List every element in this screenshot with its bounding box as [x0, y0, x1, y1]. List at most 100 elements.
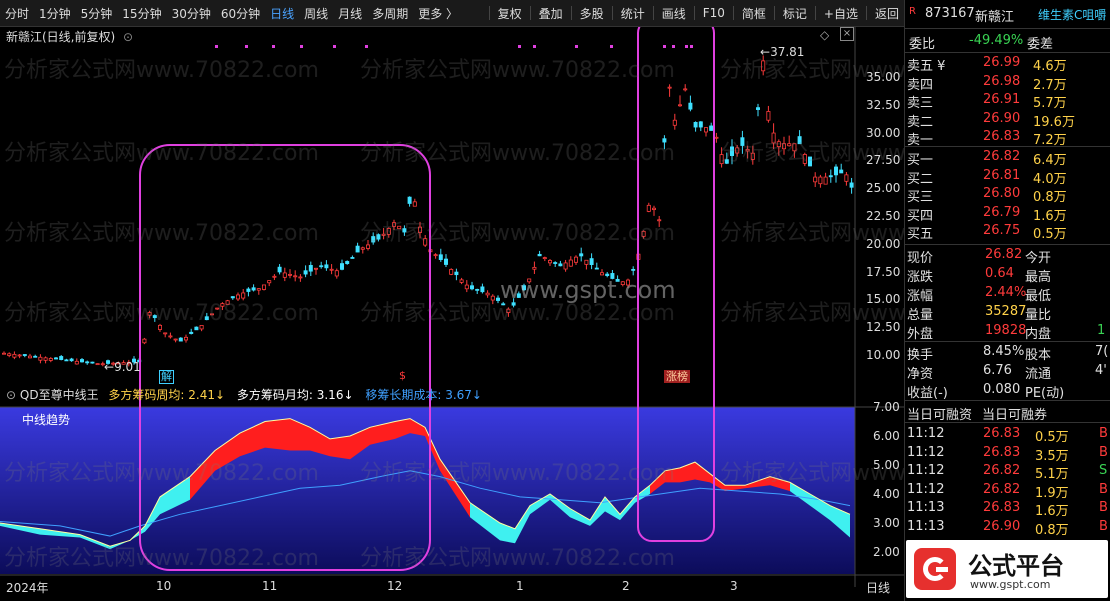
candle-body: [194, 326, 199, 331]
sell-row[interactable]: 卖二 26.90 19.6万: [905, 111, 1110, 130]
logo-title: 公式平台: [968, 552, 1064, 580]
close-icon[interactable]: ×: [840, 27, 854, 41]
period-tab-1[interactable]: 1分钟: [34, 5, 76, 22]
stat-value: 4': [1095, 363, 1107, 378]
order-price: 26.82: [983, 149, 1021, 164]
period-tab-8[interactable]: 月线: [333, 5, 367, 22]
quote-row[interactable]: 现价 26.82 今开: [905, 247, 1110, 266]
margin-finance-label[interactable]: 当日可融资: [907, 404, 972, 423]
period-tab-2[interactable]: 5分钟: [76, 5, 118, 22]
sell-row[interactable]: 卖五 ¥ 26.99 4.6万: [905, 55, 1110, 74]
toolbar-button-2[interactable]: 多股: [575, 5, 609, 22]
quote-value: 1: [1097, 323, 1106, 338]
stat-label: 净资: [907, 367, 934, 382]
tick-row[interactable]: 11:12 26.83 3.5万 B: [905, 445, 1110, 464]
stat-row[interactable]: 换手 8.45% 股本 7(: [905, 344, 1110, 363]
stat-row[interactable]: 收益(-) 0.080 PE(动): [905, 382, 1110, 401]
quote-label: 总量: [907, 308, 934, 323]
candle-body: [631, 268, 636, 271]
order-volume: 0.5万: [1033, 227, 1067, 242]
candle-body: [532, 266, 537, 270]
tick-row[interactable]: 11:12 26.82 5.1万 S: [905, 463, 1110, 482]
quote-label: 最低: [1025, 289, 1052, 304]
down-arrow-icon: ↓: [343, 388, 354, 402]
candle-body: [204, 316, 209, 321]
buy-row[interactable]: 买四 26.79 1.6万: [905, 205, 1110, 224]
candle-body: [480, 286, 485, 293]
x-tick-label: 1: [516, 579, 524, 593]
period-tab-3[interactable]: 15分钟: [117, 5, 166, 22]
x-tick-label: 12: [387, 579, 403, 593]
quote-label: 量比: [1025, 308, 1052, 323]
quote-row[interactable]: 总量 35287 量比: [905, 304, 1110, 323]
quote-label: 现价: [907, 251, 934, 266]
candle-body: [808, 156, 813, 167]
period-tab-9[interactable]: 多周期: [367, 5, 413, 22]
tick-row[interactable]: 11:13 26.90 0.8万 B: [905, 518, 1110, 538]
candle-body: [189, 331, 194, 334]
toolbar-button-3[interactable]: 统计: [616, 5, 650, 22]
period-tab-10[interactable]: 更多 〉: [413, 5, 463, 22]
sell-row[interactable]: 卖四 26.98 2.7万: [905, 74, 1110, 93]
x-tick-label: 2: [622, 579, 630, 593]
buy-row[interactable]: 买二 26.81 4.0万: [905, 168, 1110, 187]
period-tab-0[interactable]: 分时: [0, 5, 34, 22]
candle-body: [454, 271, 459, 276]
period-tab-7[interactable]: 周线: [299, 5, 333, 22]
quote-row[interactable]: 涨跌 0.64 最高: [905, 266, 1110, 285]
stat-label: PE(动): [1025, 386, 1065, 401]
candle-body: [568, 259, 573, 267]
toolbar-button-8[interactable]: +自选: [819, 5, 863, 22]
r-badge-icon: R: [909, 6, 916, 17]
candle-body: [256, 288, 261, 291]
chevron-down-icon[interactable]: ⊙: [123, 30, 133, 44]
period-label[interactable]: 日线: [866, 579, 890, 596]
buy-row[interactable]: 买一 26.82 6.4万: [905, 149, 1110, 168]
signal-dot: [300, 45, 303, 48]
toolbar-button-9[interactable]: 返回: [870, 5, 904, 22]
period-tab-4[interactable]: 30分钟: [167, 5, 216, 22]
price-tick-label: 10.00: [866, 348, 901, 362]
stock-concept[interactable]: 维生素C咀嚼: [1038, 6, 1106, 23]
period-tab-5[interactable]: 60分钟: [216, 5, 265, 22]
divider: [905, 28, 1110, 29]
candle-body: [261, 284, 266, 290]
candle-body: [27, 355, 32, 359]
gspt-logo: 公式平台 www.gspt.com: [906, 540, 1108, 598]
candle-body: [168, 335, 173, 338]
gspt-watermark: www.gspt.com: [500, 276, 676, 304]
candle-body: [209, 313, 214, 316]
diamond-icon[interactable]: ◇: [820, 28, 829, 42]
toolbar-button-0[interactable]: 复权: [493, 5, 527, 22]
tick-row[interactable]: 11:12 26.83 0.5万 B: [905, 426, 1110, 445]
period-tab-6[interactable]: 日线: [265, 5, 299, 22]
candle-body: [730, 146, 735, 156]
stat-label: 流通: [1025, 367, 1052, 382]
toolbar-button-1[interactable]: 叠加: [534, 5, 568, 22]
toolbar-button-4[interactable]: 画线: [657, 5, 691, 22]
toolbar-button-6[interactable]: 简框: [737, 5, 771, 22]
tick-row[interactable]: 11:12 26.82 1.9万 B: [905, 482, 1110, 501]
candle-body: [215, 307, 220, 310]
tick-time: 11:13: [907, 518, 945, 534]
candle-body: [464, 284, 469, 290]
sell-row[interactable]: 卖三 26.91 5.7万: [905, 92, 1110, 111]
margin-short-label[interactable]: 当日可融券: [982, 404, 1047, 423]
sell-row[interactable]: 卖一 26.83 7.2万: [905, 129, 1110, 148]
candle-body: [423, 238, 428, 246]
stat-row[interactable]: 净资 6.76 流通 4': [905, 363, 1110, 382]
candle-body: [22, 354, 27, 356]
period-toolbar: 分时 1分钟 5分钟 15分钟 30分钟 60分钟 日线 周线 月线 多周期 更多 〉 复权 叠加 多股统…: [0, 0, 904, 27]
buy-row[interactable]: 买三 26.80 0.8万: [905, 186, 1110, 205]
quote-label: 最高: [1025, 270, 1052, 285]
buy-row[interactable]: 买五 26.75 0.5万: [905, 223, 1110, 242]
candle-body: [709, 125, 714, 131]
toolbar-button-5[interactable]: F10: [698, 6, 730, 20]
quote-row[interactable]: 涨幅 2.44% 最低: [905, 285, 1110, 304]
indicator-name[interactable]: QD至尊中线王: [20, 388, 99, 402]
toolbar-button-7[interactable]: 标记: [778, 5, 812, 22]
candle-body: [360, 247, 365, 250]
indicator-toggle-icon[interactable]: ⊙: [6, 388, 16, 402]
tick-row[interactable]: 11:13 26.83 1.6万 B: [905, 500, 1110, 519]
quote-row[interactable]: 外盘 19828 内盘 1: [905, 323, 1110, 342]
